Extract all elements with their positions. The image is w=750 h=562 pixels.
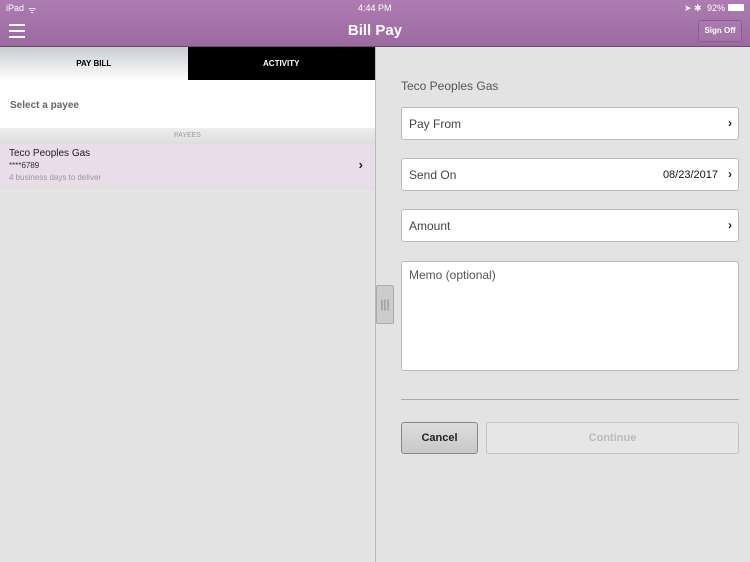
- payee-name: Teco Peoples Gas: [9, 148, 91, 159]
- chevron-right-icon: ›: [358, 157, 363, 172]
- payees-header: PAYEES: [0, 128, 375, 144]
- select-payee-label: Select a payee: [0, 80, 375, 128]
- selected-payee: Teco Peoples Gas: [401, 79, 499, 93]
- pay-from-field[interactable]: Pay From ›: [401, 107, 739, 140]
- tab-pay-bill[interactable]: PAY BILL: [0, 47, 188, 80]
- battery-icon: [728, 4, 744, 11]
- send-on-field[interactable]: Send On 08/23/2017 ›: [401, 158, 739, 191]
- payment-form: Teco Peoples Gas Pay From › Send On 08/23/…: [376, 47, 750, 562]
- top-bar: iPad ᯤ 4:44 PM ➤ ✱ 92% Bill Pay Sign Off: [0, 0, 750, 47]
- pay-from-label: Pay From: [409, 117, 462, 131]
- amount-field[interactable]: Amount ›: [401, 209, 739, 242]
- page-title: Bill Pay: [347, 22, 403, 39]
- amount-label: Amount: [409, 219, 451, 233]
- tab-bar: PAY BILL ACTIVITY: [0, 47, 375, 80]
- payee-delivery: 4 business days to deliver: [9, 173, 102, 182]
- memo-input[interactable]: Memo (optional): [401, 261, 739, 371]
- cancel-button[interactable]: Cancel: [401, 422, 478, 454]
- clock: 4:44 PM: [358, 3, 392, 13]
- tab-activity[interactable]: ACTIVITY: [187, 47, 375, 80]
- send-on-date: 08/23/2017: [662, 169, 718, 181]
- payee-panel: Select a payee PAYEES Teco Peoples Gas *…: [0, 80, 375, 562]
- chevron-right-icon: ›: [728, 218, 732, 232]
- chevron-right-icon: ›: [728, 167, 732, 181]
- battery-percent: 92%: [707, 3, 726, 13]
- wifi-icon: ᯤ: [28, 5, 37, 15]
- continue-button[interactable]: Continue: [486, 422, 739, 454]
- payee-account: ****6789: [9, 161, 40, 170]
- send-on-label: Send On: [409, 168, 457, 182]
- location-icon: ➤ ✱: [684, 3, 702, 13]
- payee-item[interactable]: Teco Peoples Gas ****6789 4 business day…: [0, 144, 375, 188]
- sign-off-button[interactable]: Sign Off: [698, 20, 742, 42]
- form-divider: [401, 399, 739, 400]
- device-label: iPad: [6, 3, 25, 13]
- chevron-right-icon: ›: [728, 116, 732, 130]
